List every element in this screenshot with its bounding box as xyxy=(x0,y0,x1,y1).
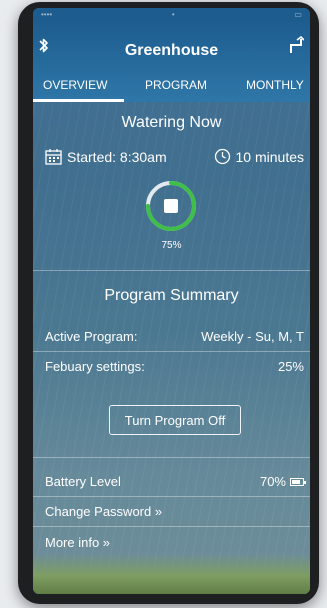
duration-value: 10 minutes xyxy=(235,148,304,165)
duration-info: 10 minutes xyxy=(214,148,304,165)
battery-tip xyxy=(304,480,306,484)
february-row: Febuary settings: 25% xyxy=(45,359,304,374)
battery-value: 70% xyxy=(259,474,286,489)
tab-program[interactable]: PROGRAM xyxy=(145,78,207,92)
stop-button[interactable] xyxy=(164,199,178,213)
signal-indicator: •••• xyxy=(41,9,53,19)
watering-progress[interactable] xyxy=(144,179,198,233)
active-program-value: Weekly - Su, M, T xyxy=(201,329,304,344)
turn-program-off-button[interactable]: Turn Program Off xyxy=(109,405,241,435)
battery-fill xyxy=(292,479,301,484)
tab-monthly[interactable]: MONTHLY xyxy=(246,78,304,92)
change-password-link[interactable]: Change Password » xyxy=(45,504,162,519)
started-info: Started: 8:30am xyxy=(45,148,167,165)
divider-2 xyxy=(33,351,310,352)
summary-title: Program Summary xyxy=(104,287,239,304)
calendar-icon xyxy=(45,149,62,165)
battery-icon xyxy=(290,477,306,486)
active-program-row: Active Program: Weekly - Su, M, T xyxy=(45,329,304,344)
watering-title: Watering Now xyxy=(121,114,222,131)
divider-3 xyxy=(33,457,310,458)
app-title: Greenhouse xyxy=(124,42,219,59)
battery-value-group: 70% xyxy=(259,474,306,489)
tab-overview[interactable]: OVERVIEW xyxy=(43,78,107,92)
connection-icon[interactable] xyxy=(288,36,304,54)
battery-row: Battery Level 70% xyxy=(45,474,306,489)
active-tab-indicator xyxy=(33,99,124,102)
status-bar: •••• • ▭ xyxy=(33,8,310,20)
battery-indicator: ▭ xyxy=(294,9,302,19)
progress-percent: 75% xyxy=(161,240,182,251)
active-program-label: Active Program: xyxy=(45,329,138,344)
started-time: Started: 8:30am xyxy=(67,148,167,165)
grass-background xyxy=(33,554,310,594)
battery-label: Battery Level xyxy=(45,474,121,489)
nav-header: Greenhouse OVERVIEW PROGRAM MONTHLY xyxy=(33,20,310,102)
divider-1 xyxy=(33,270,310,271)
clock-indicator: • xyxy=(171,9,175,19)
app-screen: •••• • ▭ Greenhouse OVERVIEW PROGRAM MON… xyxy=(33,8,310,594)
clock-icon xyxy=(214,148,230,165)
february-label: Febuary settings: xyxy=(45,359,145,374)
tab-bar: OVERVIEW PROGRAM MONTHLY xyxy=(33,74,310,102)
divider-4 xyxy=(33,496,310,497)
divider-5 xyxy=(33,526,310,527)
february-value: 25% xyxy=(277,359,304,374)
more-info-link[interactable]: More info » xyxy=(45,535,110,550)
